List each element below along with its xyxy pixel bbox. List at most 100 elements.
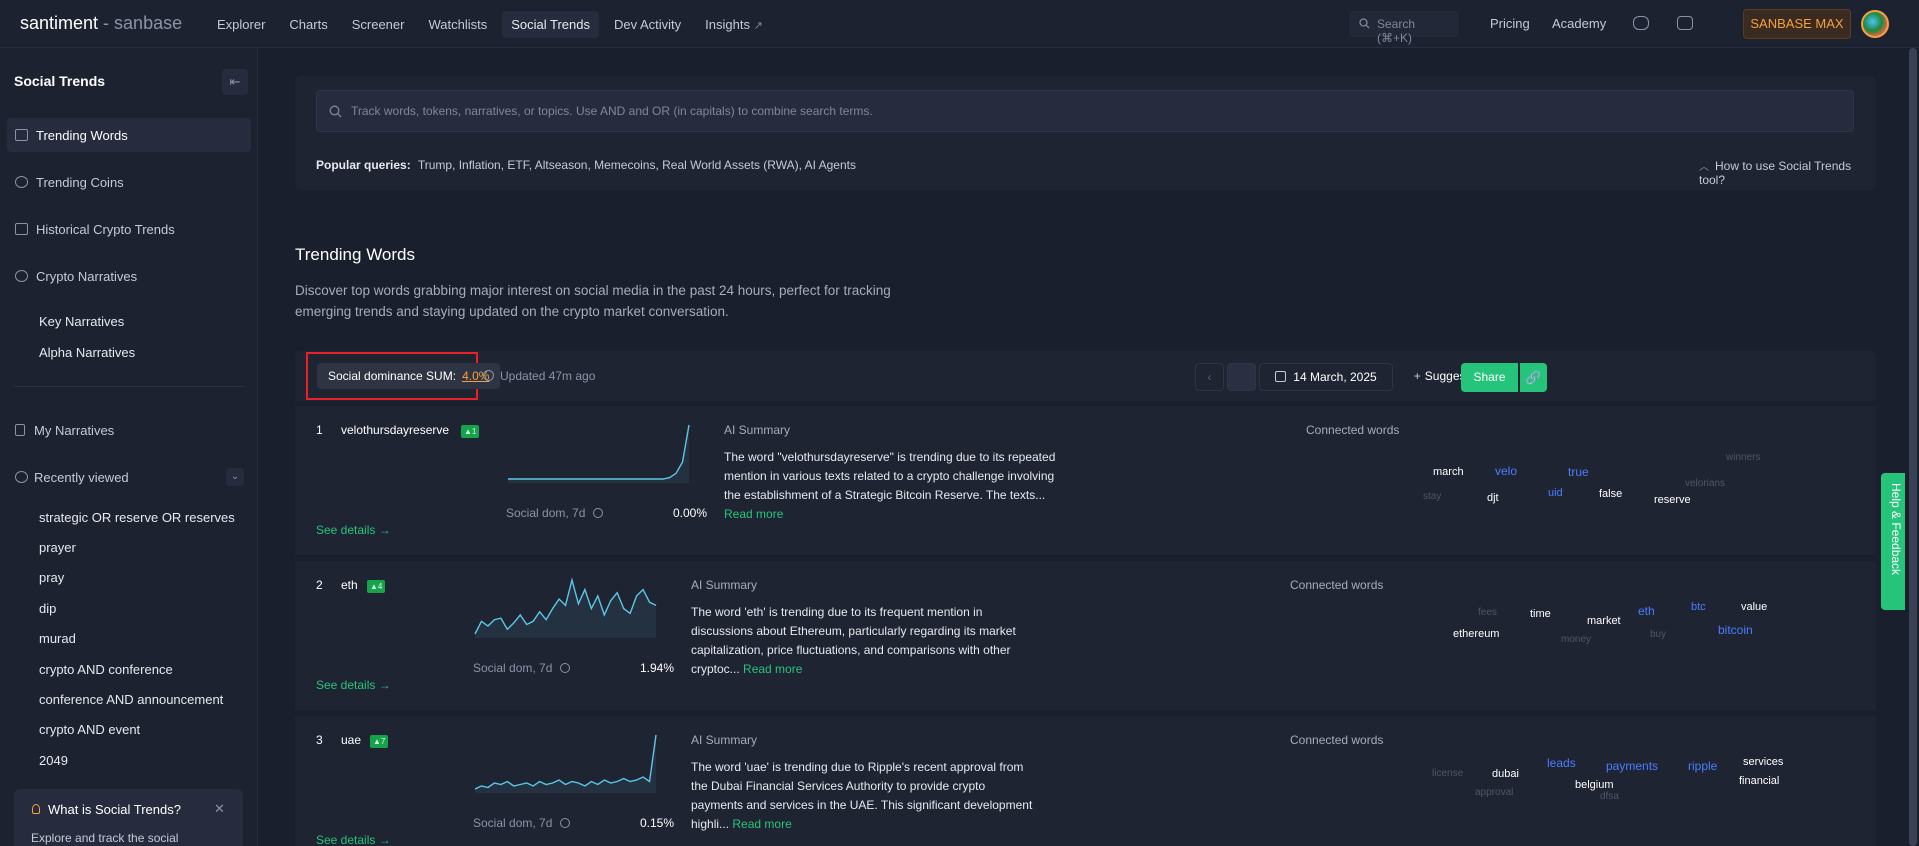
recent-item[interactable]: conference AND announcement <box>39 692 223 707</box>
nav-insights[interactable]: Insights ↗ <box>696 11 772 38</box>
academy-link[interactable]: Academy <box>1552 16 1606 31</box>
sanbase-max-button[interactable]: SANBASE MAX <box>1743 9 1851 39</box>
read-more-link[interactable]: Read more <box>724 507 783 521</box>
connected-word[interactable]: march <box>1433 466 1464 478</box>
connected-word[interactable]: money <box>1561 634 1591 645</box>
sidebar-item-my-narratives[interactable]: My Narratives <box>7 413 251 447</box>
chevron-down-icon[interactable]: ⌄ <box>226 468 244 486</box>
flame-icon <box>15 129 28 141</box>
connected-word[interactable]: leads <box>1547 756 1576 770</box>
recent-item[interactable]: murad <box>39 631 76 646</box>
connected-word[interactable]: dfsa <box>1600 791 1619 802</box>
connected-word[interactable]: winners <box>1726 452 1760 463</box>
date-picker[interactable]: 14 March, 2025 <box>1259 363 1393 391</box>
trending-word[interactable]: eth <box>341 578 358 592</box>
connected-word[interactable]: ethereum <box>1453 628 1499 640</box>
sidebar-item-trending-coins[interactable]: Trending Coins <box>7 165 251 199</box>
recent-item[interactable]: prayer <box>39 540 76 555</box>
sidebar-item-key-narratives[interactable]: Key Narratives <box>39 314 124 329</box>
how-to-use-link[interactable]: ︿ How to use Social Trends tool? <box>1699 158 1876 187</box>
recent-item[interactable]: strategic OR reserve OR reserves <box>39 510 235 525</box>
connected-word[interactable]: financial <box>1739 775 1779 787</box>
previous-date-button[interactable]: ‹ <box>1195 363 1224 391</box>
trending-word-row: 1 velothursdayreserve ▲1 See details → S… <box>295 406 1876 555</box>
rank: 2 <box>316 578 323 592</box>
connected-word[interactable]: payments <box>1606 759 1658 773</box>
nav-insights-label: Insights <box>705 17 750 32</box>
connected-word[interactable]: license <box>1432 768 1463 779</box>
connected-word[interactable]: false <box>1599 488 1622 500</box>
collapse-sidebar-icon[interactable]: ⇤ <box>222 69 248 95</box>
sidebar-item-trending-words[interactable]: Trending Words <box>7 118 251 152</box>
dominance-label: Social dominance SUM: <box>328 369 457 383</box>
connected-word[interactable]: btc <box>1691 601 1706 613</box>
connected-word[interactable]: belgium <box>1575 779 1614 791</box>
connected-word[interactable]: fees <box>1478 607 1497 618</box>
connected-word[interactable]: time <box>1530 608 1551 620</box>
connected-word[interactable]: buy <box>1650 629 1666 640</box>
close-icon[interactable]: ✕ <box>214 801 225 817</box>
connected-word[interactable]: eth <box>1638 604 1655 618</box>
nav-charts[interactable]: Charts <box>280 11 336 38</box>
nav-screener[interactable]: Screener <box>343 11 414 38</box>
trending-word[interactable]: uae <box>341 733 361 747</box>
recent-item[interactable]: pray <box>39 570 64 585</box>
connected-word[interactable]: bitcoin <box>1718 623 1753 637</box>
help-feedback-label: Help & Feedback <box>1889 483 1903 576</box>
connected-word[interactable]: value <box>1741 601 1767 613</box>
sidebar-item-crypto-narratives[interactable]: Crypto Narratives <box>7 259 251 293</box>
see-details-link[interactable]: See details → <box>316 523 391 537</box>
nav-watchlists[interactable]: Watchlists <box>419 11 496 38</box>
share-button[interactable]: Share <box>1461 363 1518 392</box>
sidebar-item-alpha-narratives[interactable]: Alpha Narratives <box>39 345 135 360</box>
connected-word[interactable]: velorians <box>1685 478 1725 489</box>
connected-word[interactable]: uid <box>1548 487 1563 499</box>
connected-word[interactable]: true <box>1568 465 1589 479</box>
chevron-up-icon: ︿ <box>1699 162 1709 173</box>
nav-social-trends[interactable]: Social Trends <box>502 11 599 38</box>
copy-link-icon[interactable]: 🔗 <box>1520 363 1547 392</box>
ai-summary-heading: AI Summary <box>691 578 758 592</box>
read-more-link[interactable]: Read more <box>743 662 802 676</box>
discord-icon[interactable] <box>1633 16 1649 30</box>
sidebar-item-recently-viewed[interactable]: Recently viewed <box>7 460 251 494</box>
user-avatar[interactable] <box>1861 10 1889 38</box>
connected-word[interactable]: dubai <box>1492 768 1519 780</box>
see-details-link[interactable]: See details → <box>316 833 391 846</box>
connected-word[interactable]: reserve <box>1654 494 1691 506</box>
recent-item[interactable]: crypto AND event <box>39 722 140 737</box>
nav-explorer[interactable]: Explorer <box>208 11 274 38</box>
connected-word[interactable]: approval <box>1475 787 1513 798</box>
global-search-button[interactable]: Search (⌘+K) <box>1349 11 1459 45</box>
popular-queries-list[interactable]: Trump, Inflation, ETF, Altseason, Memeco… <box>418 158 856 172</box>
rank-change-value: 1 <box>471 427 477 436</box>
trending-word[interactable]: velothursdayreserve <box>341 423 449 437</box>
youtube-icon[interactable] <box>1677 16 1693 30</box>
next-date-button[interactable] <box>1227 363 1256 391</box>
info-icon[interactable] <box>593 508 604 518</box>
info-icon[interactable] <box>560 818 571 828</box>
scrollbar-thumb[interactable] <box>1909 48 1917 846</box>
search-placeholder: Track words, tokens, narratives, or topi… <box>351 104 873 118</box>
main-content: Track words, tokens, narratives, or topi… <box>259 48 1905 846</box>
info-icon[interactable] <box>560 663 571 673</box>
see-details-link[interactable]: See details → <box>316 678 391 692</box>
pricing-link[interactable]: Pricing <box>1490 16 1530 31</box>
recent-item[interactable]: crypto AND conference <box>39 662 173 677</box>
how-to-use-label: How to use Social Trends tool? <box>1699 159 1852 187</box>
connected-word[interactable]: ripple <box>1688 759 1717 773</box>
recent-item[interactable]: dip <box>39 601 56 616</box>
santiment-logo[interactable]: santiment - sanbase <box>20 13 182 34</box>
sidebar-item-historical-crypto-trends[interactable]: Historical Crypto Trends <box>7 212 251 246</box>
connected-word[interactable]: services <box>1743 756 1783 768</box>
connected-word[interactable]: djt <box>1487 492 1499 504</box>
global-search-label: Search (⌘+K) <box>1377 17 1416 45</box>
social-trends-search-input[interactable]: Track words, tokens, narratives, or topi… <box>316 90 1854 132</box>
read-more-link[interactable]: Read more <box>732 817 791 831</box>
nav-dev-activity[interactable]: Dev Activity <box>605 11 690 38</box>
recent-item[interactable]: 2049 <box>39 753 68 768</box>
social-dom-label: Social dom, 7d <box>473 816 571 830</box>
connected-word[interactable]: stay <box>1423 491 1441 502</box>
connected-word[interactable]: velo <box>1495 464 1517 478</box>
connected-word[interactable]: market <box>1587 615 1621 627</box>
